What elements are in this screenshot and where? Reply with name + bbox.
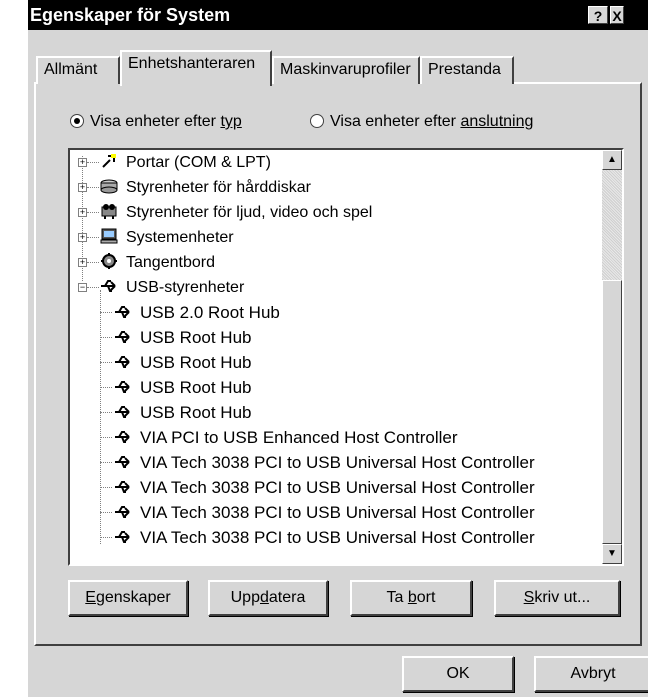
device-tree[interactable]: + Portar (COM & LPT) + Styrenheter för h… xyxy=(68,148,624,566)
usb-icon xyxy=(114,500,138,525)
scroll-down-button[interactable]: ▼ xyxy=(602,544,622,564)
tree-item-label: VIA PCI to USB Enhanced Host Controller xyxy=(140,428,458,447)
tree-connector xyxy=(87,187,99,188)
disk-controller-icon xyxy=(100,175,124,200)
usb-icon xyxy=(114,325,138,350)
scroll-thumb[interactable] xyxy=(602,280,622,544)
tree-item-label: Systemenheter xyxy=(126,229,234,246)
view-by-connection-option[interactable]: Visa enheter efter anslutning xyxy=(310,112,533,132)
tree-connector xyxy=(100,437,112,438)
update-label-rest: atera xyxy=(268,589,306,606)
print-label: kriv ut... xyxy=(534,589,591,606)
tree-item-label: Portar (COM & LPT) xyxy=(126,154,271,171)
tree-item-label: USB Root Hub xyxy=(140,353,252,372)
ok-button[interactable]: OK xyxy=(402,656,514,692)
usb-icon xyxy=(114,450,138,475)
view-by-type-option[interactable]: Visa enheter efter typ xyxy=(70,112,242,132)
system-properties-dialog: Egenskaper för System ? X Allmänt Enhets… xyxy=(26,0,648,697)
tree-item-label: USB Root Hub xyxy=(140,328,252,347)
port-icon xyxy=(100,150,124,175)
radio-by-type[interactable] xyxy=(70,114,84,128)
tree-connector xyxy=(100,462,112,463)
tree-item-label: USB Root Hub xyxy=(140,378,252,397)
tree-item-label: Tangentbord xyxy=(126,254,215,271)
tree-connector xyxy=(100,537,112,538)
tree-item-label: VIA Tech 3038 PCI to USB Universal Host … xyxy=(140,528,535,547)
tree-item-label: VIA Tech 3038 PCI to USB Universal Host … xyxy=(140,453,535,472)
tree-connector xyxy=(100,512,112,513)
tree-item-label: USB Root Hub xyxy=(140,403,252,422)
update-accel: d xyxy=(259,589,269,606)
window-title: Egenskaper för System xyxy=(30,5,231,25)
update-label-pre: Upp xyxy=(230,589,260,606)
tab-device-manager[interactable]: Enhetshanteraren xyxy=(120,50,272,86)
expand-icon[interactable]: + xyxy=(78,233,87,242)
tab-hardware-profiles[interactable]: Maskinvaruprofiler xyxy=(272,56,420,84)
usb-icon xyxy=(114,350,138,375)
usb-icon xyxy=(100,275,124,300)
print-accel: S xyxy=(523,589,535,606)
properties-button[interactable]: Egenskaper xyxy=(68,580,188,616)
tree-connector xyxy=(87,237,99,238)
title-bar[interactable]: Egenskaper för System ? X xyxy=(28,0,648,30)
tree-item-label: VIA Tech 3038 PCI to USB Universal Host … xyxy=(140,478,535,497)
usb-icon xyxy=(114,400,138,425)
collapse-icon[interactable]: − xyxy=(78,283,87,292)
tree-connector xyxy=(87,262,99,263)
tree-item-label: USB-styrenheter xyxy=(126,279,245,296)
keyboard-icon xyxy=(100,250,124,275)
tree-connector xyxy=(87,162,99,163)
print-button[interactable]: Skriv ut... xyxy=(494,580,620,616)
expand-icon[interactable]: + xyxy=(78,208,87,217)
usb-icon xyxy=(114,525,138,550)
tree-connector xyxy=(100,290,101,544)
usb-icon xyxy=(114,475,138,500)
tree-item-label: VIA Tech 3038 PCI to USB Universal Host … xyxy=(140,503,535,522)
view-by-connection-accel: anslutning xyxy=(460,113,534,130)
remove-button[interactable]: Ta bort xyxy=(350,580,472,616)
help-button[interactable]: ? xyxy=(588,6,608,24)
tree-connector xyxy=(100,312,112,313)
tree-connector xyxy=(100,337,112,338)
tree-connector xyxy=(87,287,99,288)
tree-connector xyxy=(100,362,112,363)
tree-connector xyxy=(100,412,112,413)
tree-connector xyxy=(100,487,112,488)
tree-connector xyxy=(87,212,99,213)
close-button[interactable]: X xyxy=(610,6,624,24)
vertical-scrollbar[interactable]: ▲ ▼ xyxy=(602,150,622,564)
tree-item-label: USB 2.0 Root Hub xyxy=(140,303,280,322)
scroll-up-button[interactable]: ▲ xyxy=(602,150,622,170)
expand-icon[interactable]: + xyxy=(78,183,87,192)
tree-item-label: Styrenheter för hårddiskar xyxy=(126,179,311,196)
properties-accel: E xyxy=(85,589,96,606)
tab-performance[interactable]: Prestanda xyxy=(420,56,514,84)
view-by-type-accel: typ xyxy=(220,113,242,130)
properties-label: genskaper xyxy=(95,589,171,606)
view-by-connection-label: Visa enheter efter xyxy=(330,113,461,130)
remove-label-pre: Ta xyxy=(386,589,408,606)
view-by-type-label: Visa enheter efter xyxy=(90,113,221,130)
usb-icon xyxy=(114,425,138,450)
computer-icon xyxy=(100,225,124,250)
expand-icon[interactable]: + xyxy=(78,158,87,167)
tree-connector xyxy=(100,387,112,388)
sound-icon xyxy=(100,200,124,225)
cancel-button[interactable]: Avbryt xyxy=(534,656,648,692)
expand-icon[interactable]: + xyxy=(78,258,87,267)
update-button[interactable]: Uppdatera xyxy=(208,580,328,616)
tab-general[interactable]: Allmänt xyxy=(36,56,120,84)
tree-item-label: Styrenheter för ljud, video och spel xyxy=(126,204,373,221)
usb-icon xyxy=(114,375,138,400)
remove-accel: b xyxy=(407,589,417,606)
radio-by-connection[interactable] xyxy=(310,114,324,128)
usb-icon xyxy=(114,300,138,325)
remove-label-rest: ort xyxy=(416,589,436,606)
